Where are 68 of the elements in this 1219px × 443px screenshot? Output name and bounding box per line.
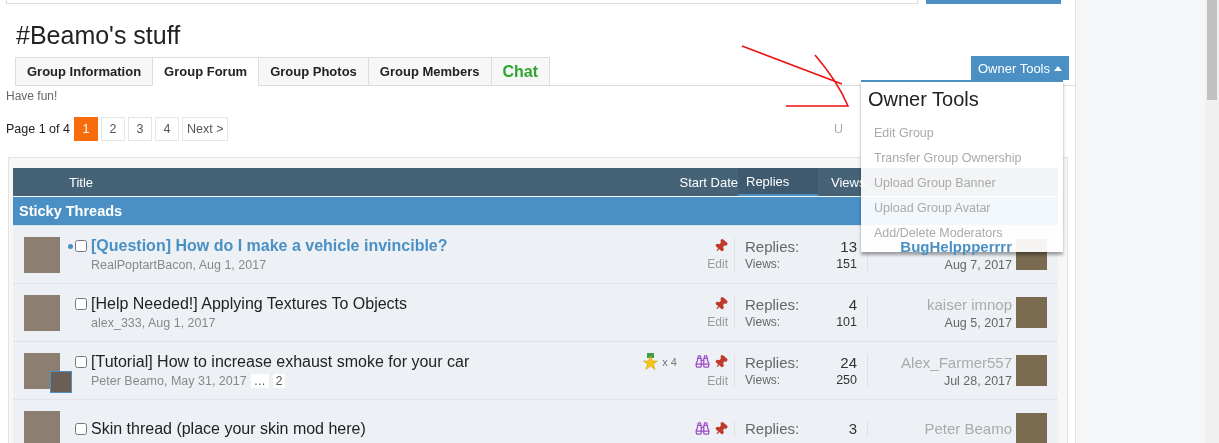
avatar-placeholder — [24, 236, 60, 273]
medal-icon — [643, 353, 659, 370]
thread-meta: Peter Beamo, May 31, 2017 — [91, 374, 247, 388]
replies-count: 13 — [839, 238, 857, 255]
replies-count: 3 — [848, 420, 857, 437]
last-post-date: Jul 28, 2017 — [943, 373, 1012, 388]
thread-title[interactable]: [Question] How do I make a vehicle invincible? — [91, 237, 448, 255]
avatar-placeholder — [1016, 355, 1047, 386]
views-count: 250 — [836, 373, 857, 387]
menu-item[interactable]: Transfer Group Ownership — [861, 146, 1063, 171]
forum-link[interactable]: U — [833, 122, 843, 136]
group-title: #Beamo's stuff — [16, 20, 182, 50]
views-label: Views: — [745, 373, 782, 387]
last-poster[interactable]: Alex_Farmer557 — [901, 353, 1012, 371]
page-link[interactable]: … — [250, 374, 269, 388]
tab[interactable]: Group Forum — [152, 57, 259, 86]
views-label: Views: — [745, 315, 782, 329]
thread-meta: alex_333, Aug 1, 2017 — [91, 316, 216, 330]
menu-item[interactable]: Edit Group — [861, 121, 1063, 146]
column-header[interactable]: Replies — [738, 168, 818, 196]
avatar-placeholder — [1016, 413, 1047, 443]
column-header[interactable]: Title — [13, 168, 653, 196]
views-count: 151 — [836, 257, 857, 271]
thread-title[interactable]: Skin thread (place your skin mod here) — [91, 419, 366, 438]
next-page-link[interactable]: Next > — [181, 117, 229, 141]
last-post-date: Aug 7, 2017 — [944, 257, 1012, 272]
scrollbar[interactable] — [1205, 0, 1219, 443]
edit-link[interactable]: Edit — [707, 374, 728, 388]
page-link[interactable]: 3 — [127, 117, 152, 141]
tab[interactable]: Chat — [490, 57, 551, 85]
tab[interactable]: Group Members — [367, 57, 491, 85]
replies-label: Replies: — [745, 238, 801, 255]
tab[interactable]: Group Photos — [258, 57, 368, 85]
checkbox[interactable] — [75, 298, 87, 310]
caret-icon — [1054, 65, 1062, 71]
thread-meta: RealPoptartBacon, Aug 1, 2017 — [91, 258, 267, 272]
tab[interactable]: Group Information — [15, 57, 153, 85]
avatar-placeholder — [24, 410, 60, 443]
views-label: Views: — [745, 257, 782, 271]
checkbox[interactable] — [75, 356, 87, 368]
edit-link[interactable]: Edit — [707, 256, 728, 271]
last-poster[interactable]: Peter Beamo — [924, 420, 1012, 437]
avatar-placeholder — [1016, 297, 1047, 328]
edit-link[interactable]: Edit — [707, 314, 728, 329]
column-header[interactable]: Start Date — [653, 168, 738, 196]
medal-count: x 4 — [662, 355, 677, 368]
page-link[interactable]: 1 — [73, 117, 98, 141]
page-link[interactable]: 4 — [154, 117, 179, 141]
group-description: Have fun! — [6, 89, 58, 103]
owner-tools-button[interactable]: Owner Tools — [971, 56, 1069, 80]
menu-title: Owner Tools — [867, 88, 980, 112]
page-link[interactable]: 2 — [272, 374, 286, 388]
thread-title[interactable]: [Tutorial] How to increase exhaust smoke for your car — [91, 353, 470, 371]
replies-count: 4 — [847, 296, 857, 313]
page-link[interactable]: 2 — [100, 117, 125, 141]
replies-label: Replies: — [745, 354, 801, 371]
last-post-date: Aug 5, 2017 — [944, 315, 1012, 330]
replies-label: Replies: — [745, 296, 801, 313]
avatar-placeholder — [24, 294, 60, 331]
thread-title[interactable]: [Help Needed!] Applying Textures To Objects — [91, 295, 408, 313]
checkbox[interactable] — [75, 422, 87, 435]
replies-label: Replies: — [745, 420, 801, 437]
page-label: Page 1 of 4 — [6, 122, 70, 136]
replies-count: 24 — [839, 354, 857, 371]
checkbox[interactable] — [75, 240, 87, 252]
last-poster[interactable]: kaiser imnop — [926, 295, 1012, 313]
views-count: 101 — [836, 315, 857, 329]
last-poster[interactable]: BugHelppperrrr — [900, 237, 1012, 255]
